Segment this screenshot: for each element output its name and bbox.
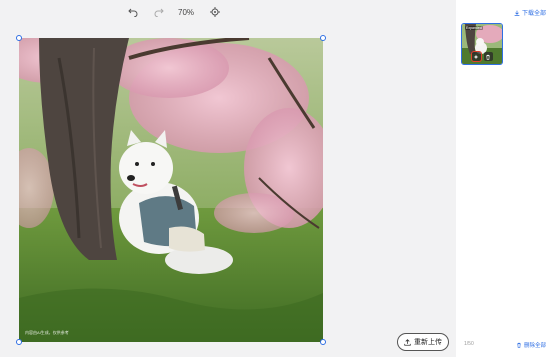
undo-icon (128, 8, 138, 17)
reupload-label: 重新上传 (414, 339, 442, 346)
delete-all-button[interactable]: 删除全部 (516, 341, 546, 349)
results-panel: 下载全部 Expanded 1/50 删除全部 (456, 0, 554, 357)
download-all-button[interactable]: 下载全部 (514, 8, 546, 17)
upload-icon (404, 338, 411, 346)
resize-handle-top-left[interactable] (16, 35, 22, 41)
delete-all-label: 删除全部 (523, 343, 546, 349)
ai-watermark: 内容由AI生成，仅供参考 (25, 330, 69, 335)
reupload-button[interactable]: 重新上传 (397, 333, 449, 351)
fit-button[interactable] (208, 5, 222, 19)
main-photo (19, 38, 323, 342)
resize-handle-bottom-left[interactable] (16, 339, 22, 345)
download-icon (514, 10, 520, 16)
result-counter: 1/50 (464, 341, 474, 347)
fit-target-icon (210, 7, 221, 17)
download-all-label: 下载全部 (521, 11, 546, 17)
trash-icon (517, 342, 521, 348)
trash-icon (486, 54, 490, 60)
toolbar: 70% (126, 4, 222, 20)
resize-handle-top-right[interactable] (320, 35, 326, 41)
zoom-level[interactable]: 70% (178, 8, 194, 17)
thumbnail-edit-button[interactable] (470, 51, 482, 62)
sparkle-icon (473, 54, 479, 59)
thumbnail-badge: Expanded (465, 26, 483, 30)
result-thumbnail[interactable]: Expanded (461, 23, 503, 65)
redo-button[interactable] (152, 5, 166, 19)
image-canvas[interactable]: 内容由AI生成，仅供参考 (19, 38, 323, 342)
undo-button[interactable] (126, 5, 140, 19)
resize-handle-bottom-right[interactable] (320, 339, 326, 345)
thumbnail-delete-button[interactable] (483, 52, 493, 61)
redo-icon (154, 8, 164, 17)
thumbnail-actions (462, 51, 502, 62)
